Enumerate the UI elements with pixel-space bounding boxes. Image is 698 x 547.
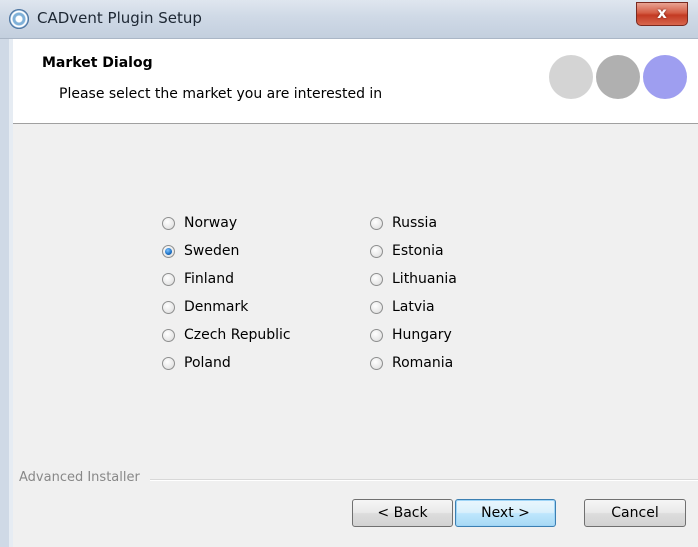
footer-divider xyxy=(150,479,698,481)
close-icon: x xyxy=(657,4,667,22)
market-label: Czech Republic xyxy=(184,327,291,343)
dialog-subtitle: Please select the market you are interes… xyxy=(59,86,383,102)
window-title: CADvent Plugin Setup xyxy=(37,9,202,27)
radio-button[interactable] xyxy=(370,356,383,370)
radio-button-selected[interactable] xyxy=(162,244,175,258)
radio-button[interactable] xyxy=(370,328,383,342)
cancel-button[interactable]: Cancel xyxy=(584,499,686,527)
radio-button[interactable] xyxy=(370,216,383,230)
market-option-denmark[interactable]: Denmark xyxy=(162,297,248,317)
market-label: Latvia xyxy=(392,299,435,315)
market-option-lithuania[interactable]: Lithuania xyxy=(370,269,457,289)
market-label: Estonia xyxy=(392,243,444,259)
market-label: Norway xyxy=(184,215,238,231)
radio-button[interactable] xyxy=(162,272,175,286)
market-label: Poland xyxy=(184,355,231,371)
window-left-border xyxy=(0,39,13,547)
radio-button[interactable] xyxy=(162,300,175,314)
header-circle-icon xyxy=(549,55,593,99)
market-option-poland[interactable]: Poland xyxy=(162,353,231,373)
market-label: Finland xyxy=(184,271,235,287)
radio-button[interactable] xyxy=(162,216,175,230)
market-option-czech-republic[interactable]: Czech Republic xyxy=(162,325,291,345)
market-option-sweden[interactable]: Sweden xyxy=(162,241,239,261)
market-option-norway[interactable]: Norway xyxy=(162,213,237,233)
installer-brand-label: Advanced Installer xyxy=(19,470,140,485)
app-icon xyxy=(9,9,29,29)
radio-button[interactable] xyxy=(162,328,175,342)
radio-button[interactable] xyxy=(370,244,383,258)
next-button[interactable]: Next > xyxy=(455,499,556,527)
back-button[interactable]: < Back xyxy=(352,499,453,527)
dialog-header: Market Dialog Please select the market y… xyxy=(13,39,698,124)
market-label: Hungary xyxy=(392,327,452,343)
title-bar: CADvent Plugin Setup x xyxy=(0,0,698,39)
market-option-estonia[interactable]: Estonia xyxy=(370,241,444,261)
market-option-finland[interactable]: Finland xyxy=(162,269,234,289)
market-option-russia[interactable]: Russia xyxy=(370,213,437,233)
market-label: Sweden xyxy=(184,243,240,259)
market-label: Lithuania xyxy=(392,271,457,287)
radio-button[interactable] xyxy=(370,300,383,314)
market-option-romania[interactable]: Romania xyxy=(370,353,453,373)
market-option-hungary[interactable]: Hungary xyxy=(370,325,452,345)
radio-button[interactable] xyxy=(162,356,175,370)
market-label: Denmark xyxy=(184,299,249,315)
header-circle-icon xyxy=(643,55,687,99)
market-label: Romania xyxy=(392,355,454,371)
close-button[interactable]: x xyxy=(636,2,688,26)
dialog-title: Market Dialog xyxy=(42,55,153,71)
radio-button[interactable] xyxy=(370,272,383,286)
header-circle-icon xyxy=(596,55,640,99)
market-label: Russia xyxy=(392,215,438,231)
market-option-latvia[interactable]: Latvia xyxy=(370,297,435,317)
